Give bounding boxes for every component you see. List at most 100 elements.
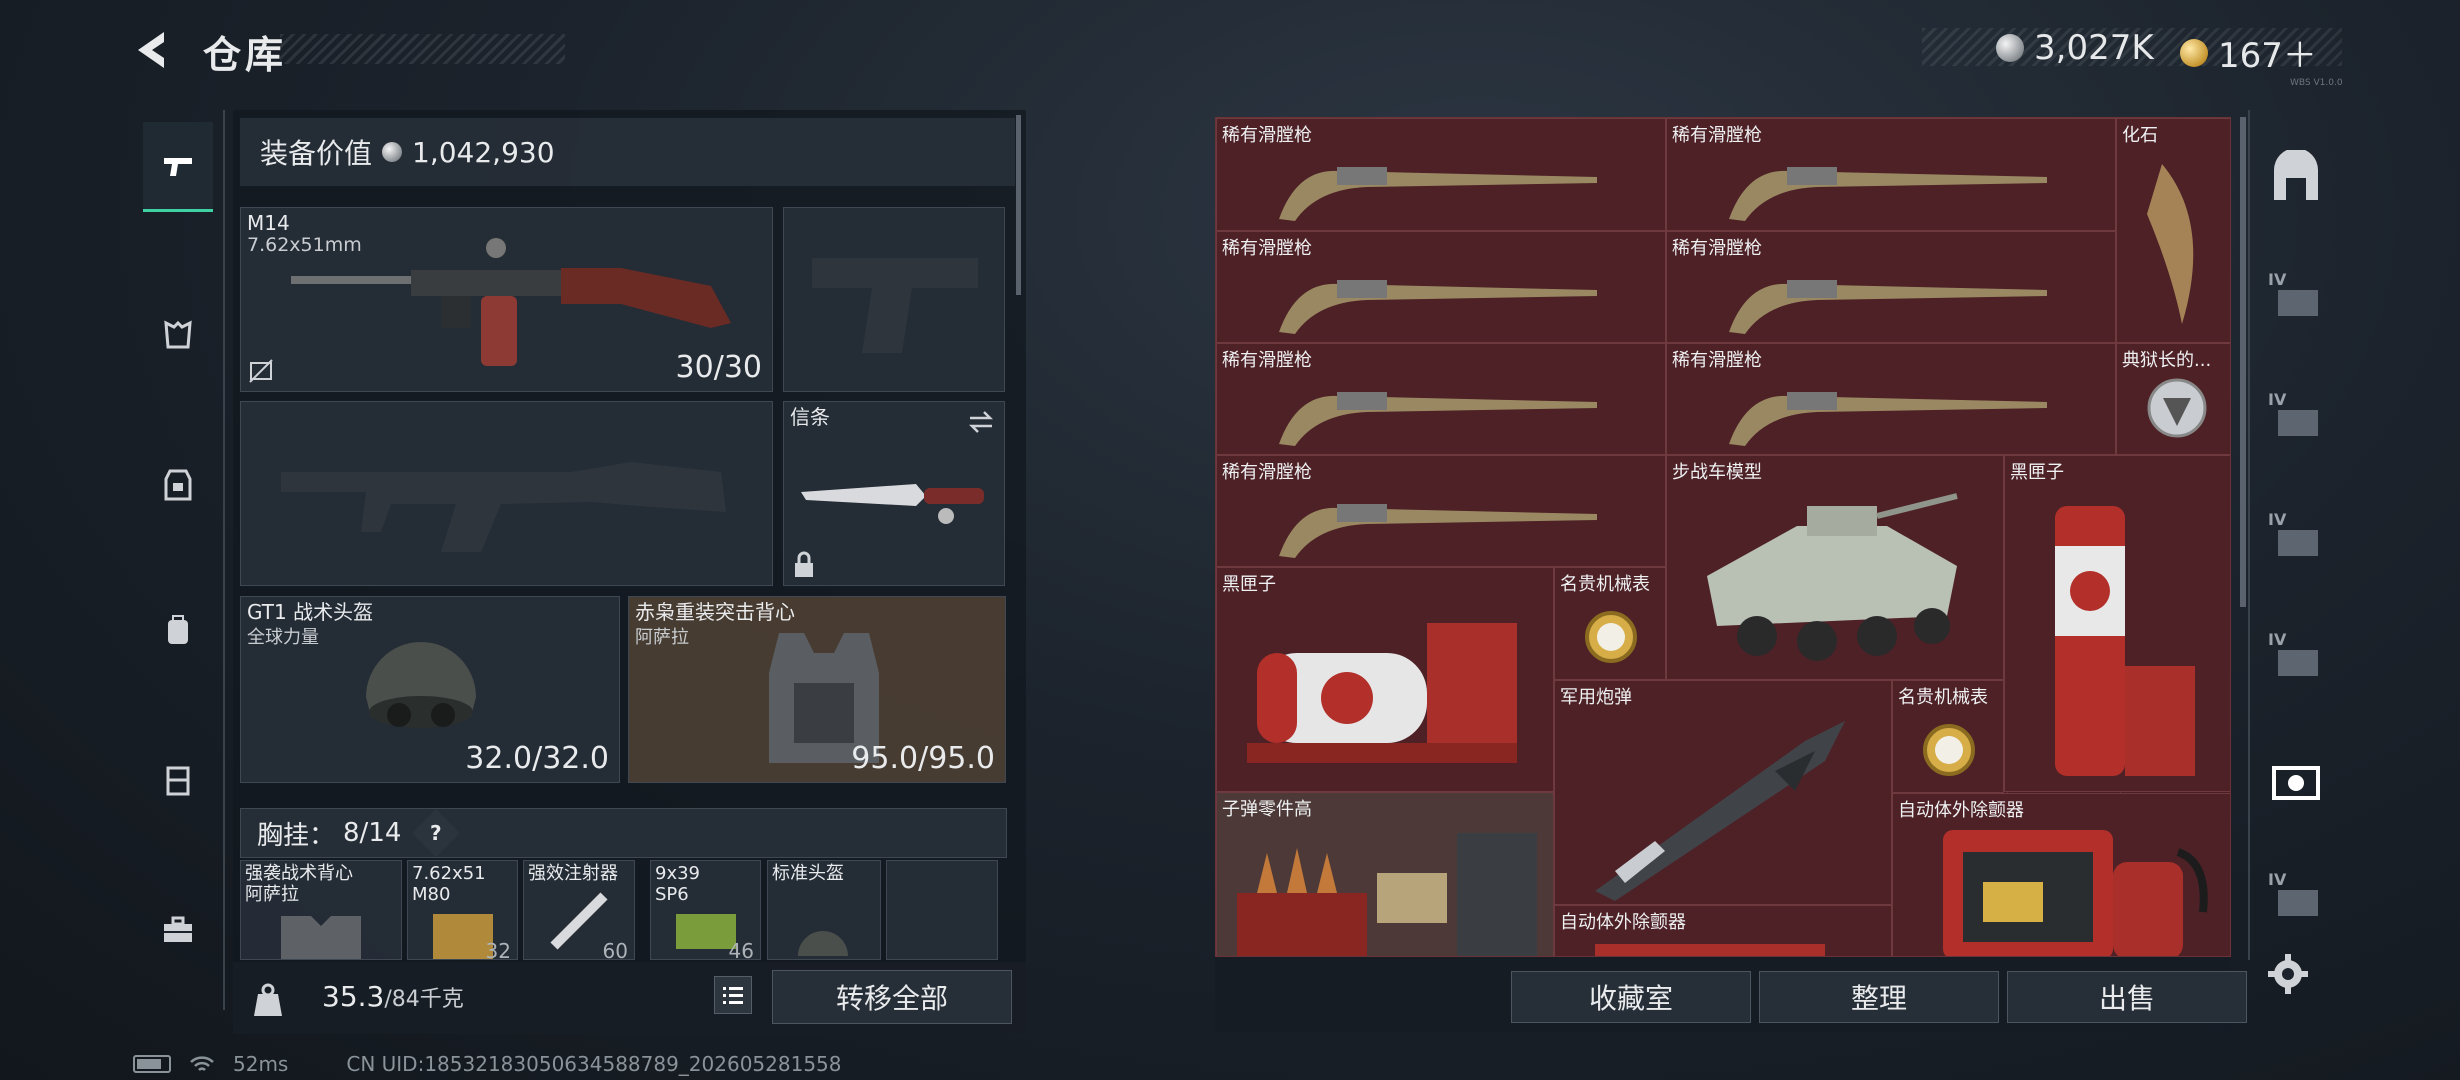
chest-item[interactable]: 标准头盔 xyxy=(767,860,881,960)
version-tag: WBS V1.0.0 xyxy=(2290,78,2343,88)
item-label: 化石 xyxy=(2122,125,2158,146)
swap-icon[interactable] xyxy=(966,410,996,434)
chest-item[interactable]: 强效注射器 60 xyxy=(523,860,635,960)
storage-item[interactable]: 子弹零件高 xyxy=(1216,792,1554,956)
silver-coin-icon xyxy=(1996,34,2024,62)
toolbox-icon xyxy=(164,916,192,942)
storage-page[interactable]: IV xyxy=(2268,510,2324,566)
weapon-ammo: 30/30 xyxy=(675,350,762,385)
musket-icon xyxy=(1729,280,2047,334)
storage-item[interactable]: 典狱长的... xyxy=(2116,343,2230,455)
storage-item[interactable]: 稀有滑膛枪 xyxy=(1666,231,2116,343)
defibrillator-icon xyxy=(1595,944,1825,956)
storage-page[interactable]: IV xyxy=(2268,870,2324,926)
melee-slot[interactable]: 信条 xyxy=(783,401,1005,586)
musket-icon xyxy=(1729,167,2047,221)
silver-currency[interactable]: 3,027K xyxy=(1996,28,2154,68)
storage-item[interactable]: 稀有滑膛枪 xyxy=(1666,118,2116,231)
melee-name: 信条 xyxy=(790,405,830,429)
nav-case[interactable] xyxy=(143,735,213,825)
level-badge: IV xyxy=(2268,630,2287,649)
nav-armor[interactable] xyxy=(143,440,213,530)
storage-page[interactable]: IV xyxy=(2268,270,2324,326)
storage-item[interactable]: 自动体外除颤器 xyxy=(1554,905,1892,956)
armor-durability: 95.0/95.0 xyxy=(851,741,995,776)
gold-watch-icon xyxy=(1585,611,1637,663)
chest-rig-icon xyxy=(164,320,192,349)
nav-chest-rig[interactable] xyxy=(143,290,213,380)
chest-item-name: 7.62x51 M80 xyxy=(412,863,486,905)
storage-item[interactable]: 步战车模型 xyxy=(1666,455,2004,680)
musket-icon xyxy=(1729,392,2047,446)
storage-item[interactable]: 名贵机械表 xyxy=(1892,680,2004,793)
item-label: 稀有滑膛枪 xyxy=(1222,125,1312,146)
item-label: 稀有滑膛枪 xyxy=(1222,462,1312,483)
gold-amount: 167＋ xyxy=(2218,36,2317,76)
chest-item-name: 9x39 SP6 xyxy=(655,863,701,905)
chest-item-count: 60 xyxy=(602,939,628,960)
no-attachment-icon xyxy=(249,359,273,383)
lock-icon xyxy=(795,551,813,577)
tactical-vest-icon xyxy=(281,916,361,959)
chest-item-empty[interactable] xyxy=(886,860,998,960)
black-box-icon xyxy=(2055,506,2195,776)
storage-scrollbar[interactable] xyxy=(2240,117,2246,607)
storage-page-main[interactable] xyxy=(2268,148,2324,206)
storage-page-active[interactable] xyxy=(2268,750,2324,806)
list-icon xyxy=(723,987,743,1004)
rifle-silhouette-icon xyxy=(281,462,726,552)
storage-item[interactable]: 军用炮弹 xyxy=(1554,680,1892,905)
fossil-claw-icon xyxy=(2147,164,2194,324)
back-arrow-icon[interactable] xyxy=(130,26,178,74)
item-label: 黑匣子 xyxy=(2010,462,2064,483)
storage-item[interactable]: 名贵机械表 xyxy=(1554,567,1666,680)
help-button[interactable]: ? xyxy=(412,808,461,858)
equipment-scrollbar[interactable] xyxy=(1016,115,1021,295)
storage-page[interactable]: IV xyxy=(2268,630,2324,686)
list-view-button[interactable] xyxy=(714,976,752,1014)
transfer-all-button[interactable]: 转移全部 xyxy=(772,970,1012,1024)
collection-room-button[interactable]: 收藏室 xyxy=(1511,971,1751,1023)
chest-item[interactable]: 9x39 SP6 46 xyxy=(650,860,761,960)
backpack-icon xyxy=(168,615,188,644)
chest-item-name: 标准头盔 xyxy=(772,863,844,884)
item-label: 自动体外除颤器 xyxy=(1560,912,1686,933)
chest-item[interactable]: 强袭战术背心 阿萨拉 xyxy=(240,860,402,960)
nav-weapons[interactable] xyxy=(143,122,213,212)
primary-weapon-slot[interactable]: M14 7.62x51mm 30/30 xyxy=(240,207,773,392)
storage-page-nav: IV IV IV IV IV xyxy=(2248,110,2334,960)
settings-gear-icon[interactable] xyxy=(2264,950,2312,998)
silver-amount: 3,027K xyxy=(2034,28,2154,68)
musket-icon xyxy=(1279,392,1597,446)
armor-vest-icon xyxy=(164,469,192,501)
armor-faction: 阿萨拉 xyxy=(635,627,689,648)
nav-toolbox[interactable] xyxy=(143,885,213,975)
storage-item[interactable]: 黑匣子 xyxy=(2004,455,2230,792)
nav-backpack[interactable] xyxy=(143,585,213,675)
level-badge: IV xyxy=(2268,510,2287,529)
helmet-item-icon xyxy=(798,931,848,956)
pistol-slot[interactable] xyxy=(783,207,1005,392)
helmet-slot[interactable]: GT1 战术头盔 全球力量 32.0/32.0 xyxy=(240,596,620,783)
storage-item[interactable]: 稀有滑膛枪 xyxy=(1216,118,1666,231)
title-decoration xyxy=(280,34,565,64)
chest-item[interactable]: 7.62x51 M80 32 xyxy=(407,860,518,960)
storage-item[interactable]: 稀有滑膛枪 xyxy=(1666,343,2116,455)
pistol-icon xyxy=(164,157,192,176)
ping-readout: 52ms xyxy=(233,1052,289,1076)
storage-item[interactable]: 黑匣子 xyxy=(1216,567,1554,792)
armor-slot[interactable]: 赤枭重装突击背心 阿萨拉 95.0/95.0 xyxy=(628,596,1006,783)
storage-item[interactable]: 稀有滑膛枪 xyxy=(1216,343,1666,455)
sort-button[interactable]: 整理 xyxy=(1759,971,1999,1023)
storage-page[interactable]: IV xyxy=(2268,390,2324,446)
chest-item-name: 强效注射器 xyxy=(528,863,618,884)
sell-button[interactable]: 出售 xyxy=(2007,971,2247,1023)
gold-currency[interactable]: 167＋ xyxy=(2180,28,2317,77)
storage-item[interactable]: 稀有滑膛枪 xyxy=(1216,231,1666,343)
storage-item[interactable]: 化石 xyxy=(2116,118,2230,343)
storage-item[interactable]: 稀有滑膛枪 xyxy=(1216,455,1666,567)
category-nav xyxy=(133,110,225,1010)
level-badge: IV xyxy=(2268,870,2287,889)
storage-item[interactable]: 自动体外除颤器 xyxy=(1892,793,2230,956)
secondary-weapon-slot[interactable] xyxy=(240,401,773,586)
